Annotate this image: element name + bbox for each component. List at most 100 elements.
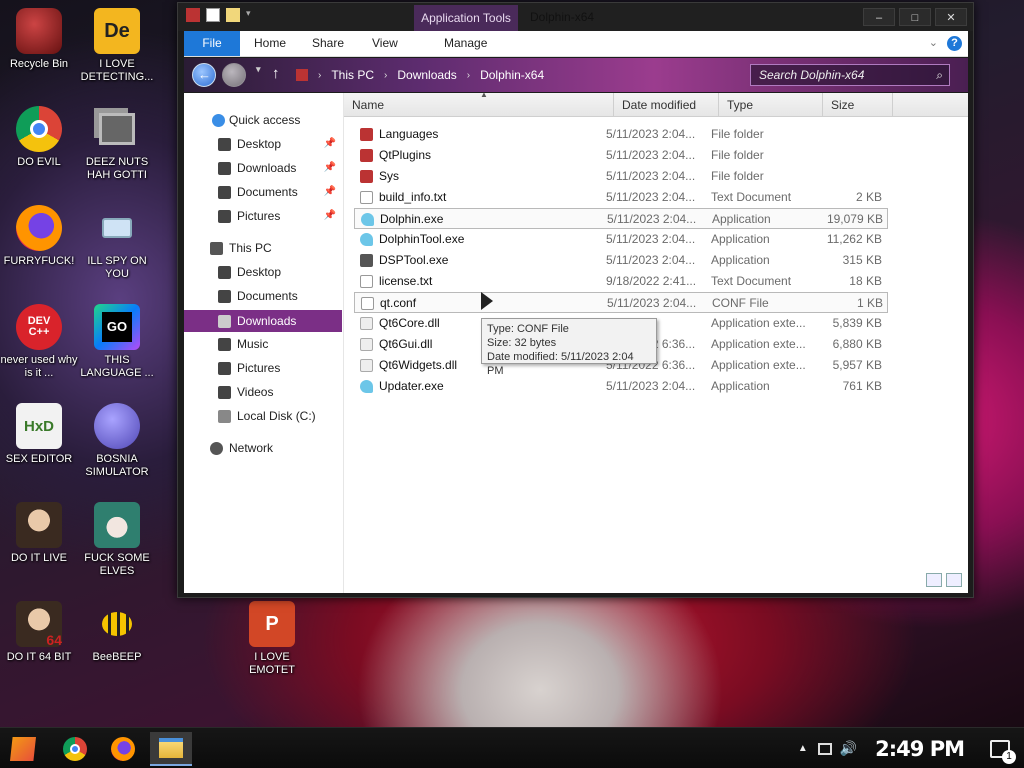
file-row[interactable]: Sys 5/11/2023 2:04... File folder <box>354 166 888 187</box>
desktop-icon-ill-spy[interactable]: ILL SPY ON YOU <box>78 205 156 281</box>
column-header-date[interactable]: Date modified <box>614 93 719 117</box>
recent-locations-icon[interactable]: ▾ <box>256 64 261 75</box>
file-row[interactable]: license.txt 9/18/2022 2:41... Text Docum… <box>354 271 888 292</box>
nav-documents-pinned[interactable]: Documents 📌 <box>184 181 342 203</box>
taskbar-clock[interactable]: 2:49 PM <box>875 737 965 761</box>
nav-local-disk[interactable]: Local Disk (C:) <box>184 405 342 427</box>
title-bar[interactable]: ▾ Application Tools Dolphin-x64 – □ ✕ <box>178 3 973 31</box>
nav-quick-access[interactable]: Quick access <box>184 109 342 131</box>
nav-label: Pictures <box>237 209 281 223</box>
chevron-down-icon[interactable]: ▾ <box>246 8 256 22</box>
tab-manage[interactable]: Manage <box>444 31 487 56</box>
notifications-icon[interactable]: 1 <box>990 739 1016 764</box>
breadcrumb-this-pc[interactable]: This PC <box>331 68 374 82</box>
desktop-icon-bosnia[interactable]: BOSNIA SIMULATOR <box>78 403 156 479</box>
pin-icon[interactable]: 📌 <box>324 181 336 203</box>
start-button[interactable] <box>2 732 44 766</box>
file-date: 9/18/2022 2:41... <box>606 274 697 288</box>
file-row[interactable]: QtPlugins 5/11/2023 2:04... File folder <box>354 145 888 166</box>
taskbar-firefox[interactable] <box>102 732 144 766</box>
file-name: qt.conf <box>380 296 417 310</box>
volume-icon[interactable]: 🔊 <box>840 740 857 757</box>
desktop-icon-label: I LOVE DETECTING... <box>80 58 154 83</box>
desktop-icon-do-it-64[interactable]: 64 DO IT 64 BIT <box>0 601 78 664</box>
network-icon[interactable] <box>817 742 832 755</box>
desktop-icon-label: DO IT 64 BIT <box>6 651 72 663</box>
desktop-icon-deez-nuts[interactable]: DEEZ NUTS HAH GOTTI <box>78 106 156 182</box>
tab-home[interactable]: Home <box>254 31 286 56</box>
application-tools-tab[interactable]: Application Tools <box>414 5 518 31</box>
details-view-icon[interactable] <box>926 573 942 587</box>
search-input[interactable]: Search Dolphin-x64 ⌕ <box>750 64 950 86</box>
up-arrow-icon[interactable]: ↑ <box>272 65 280 82</box>
maximize-button[interactable]: □ <box>899 8 931 26</box>
desktop-icon-elves[interactable]: FUCK SOME ELVES <box>78 502 156 578</box>
search-icon[interactable]: ⌕ <box>936 65 943 85</box>
nav-downloads-pinned[interactable]: Downloads 📌 <box>184 157 342 179</box>
file-name: license.txt <box>379 274 433 288</box>
desktop-icon-label: BeeBEEP <box>92 651 142 663</box>
desktop-icon-recycle-bin[interactable]: Recycle Bin <box>0 8 78 71</box>
nav-pictures[interactable]: Pictures <box>184 357 342 379</box>
tooltip-date: Date modified: 5/11/2023 2:04 PM <box>487 351 634 377</box>
breadcrumb-downloads[interactable]: Downloads <box>397 68 456 82</box>
desktop-icon-hxd[interactable]: HxD SEX EDITOR <box>0 403 78 466</box>
pin-icon[interactable]: 📌 <box>324 157 336 179</box>
close-button[interactable]: ✕ <box>935 8 967 26</box>
chevron-up-icon[interactable]: ▲ <box>798 743 808 754</box>
file-type: CONF File <box>712 296 769 310</box>
forward-button[interactable] <box>222 63 246 87</box>
documents-icon <box>218 186 231 199</box>
desktop-icon-beebeep[interactable]: BeeBEEP <box>78 601 156 664</box>
taskbar-file-explorer[interactable] <box>150 732 192 766</box>
desktop-icon-firefox[interactable]: FURRYFUCK! <box>0 205 78 268</box>
desktop-icon-emotet[interactable]: P I LOVE EMOTET <box>232 601 312 677</box>
breadcrumb-dolphin[interactable]: Dolphin-x64 <box>480 68 544 82</box>
properties-icon[interactable] <box>206 8 220 22</box>
tab-file[interactable]: File <box>184 31 240 56</box>
nav-music[interactable]: Music <box>184 333 342 355</box>
minimize-button[interactable]: – <box>863 8 895 26</box>
breadcrumb[interactable]: › This PC › Downloads › Dolphin-x64 <box>296 64 736 86</box>
nav-documents[interactable]: Documents <box>184 285 342 307</box>
taskbar-chrome[interactable] <box>54 732 96 766</box>
documents-icon <box>218 290 231 303</box>
file-row[interactable]: DSPTool.exe 5/11/2023 2:04... Applicatio… <box>354 250 888 271</box>
ribbon-expand-icon[interactable]: ⌄ <box>929 36 938 49</box>
nav-downloads[interactable]: Downloads <box>184 310 342 332</box>
file-row[interactable]: Dolphin.exe 5/11/2023 2:04... Applicatio… <box>354 208 888 229</box>
pin-icon[interactable]: 📌 <box>324 133 336 155</box>
file-type: Application exte... <box>711 337 806 351</box>
nav-videos[interactable]: Videos <box>184 381 342 403</box>
new-folder-icon[interactable] <box>226 8 240 22</box>
star-icon <box>212 114 225 127</box>
desktop-icon-goland[interactable]: GO THIS LANGUAGE ... <box>78 304 156 380</box>
file-row[interactable]: qt.conf 5/11/2023 2:04... CONF File 1 KB <box>354 292 888 313</box>
nav-desktop-pinned[interactable]: Desktop 📌 <box>184 133 342 155</box>
file-row[interactable]: Updater.exe 5/11/2023 2:04... Applicatio… <box>354 376 888 397</box>
file-row[interactable]: Languages 5/11/2023 2:04... File folder <box>354 124 888 145</box>
desktop-icon-detect-it-easy[interactable]: De I LOVE DETECTING... <box>78 8 156 84</box>
column-header-size[interactable]: Size <box>823 93 893 117</box>
pictures-icon <box>218 362 231 375</box>
pin-icon[interactable]: 📌 <box>324 205 336 227</box>
file-row[interactable]: build_info.txt 5/11/2023 2:04... Text Do… <box>354 187 888 208</box>
nav-desktop[interactable]: Desktop <box>184 261 342 283</box>
desktop-icon-chrome[interactable]: DO EVIL <box>0 106 78 169</box>
tab-share[interactable]: Share <box>312 31 344 56</box>
tab-view[interactable]: View <box>372 31 398 56</box>
help-icon[interactable]: ? <box>947 36 962 51</box>
nav-label: Downloads <box>237 161 297 175</box>
file-row[interactable]: DolphinTool.exe 5/11/2023 2:04... Applic… <box>354 229 888 250</box>
desktop-icon-label: DO EVIL <box>17 156 61 168</box>
column-header-name[interactable]: Name <box>344 93 614 117</box>
file-type: Application <box>711 253 770 267</box>
desktop-icon-do-it-live[interactable]: DO IT LIVE <box>0 502 78 565</box>
nav-network[interactable]: Network <box>184 437 342 459</box>
large-icons-view-icon[interactable] <box>946 573 962 587</box>
column-header-type[interactable]: Type <box>719 93 823 117</box>
nav-pictures-pinned[interactable]: Pictures 📌 <box>184 205 342 227</box>
search-placeholder: Search Dolphin-x64 <box>759 68 865 82</box>
desktop-icon-dev-cpp[interactable]: DEV C++ never used why is it ... <box>0 304 78 380</box>
nav-this-pc[interactable]: This PC <box>184 237 342 259</box>
